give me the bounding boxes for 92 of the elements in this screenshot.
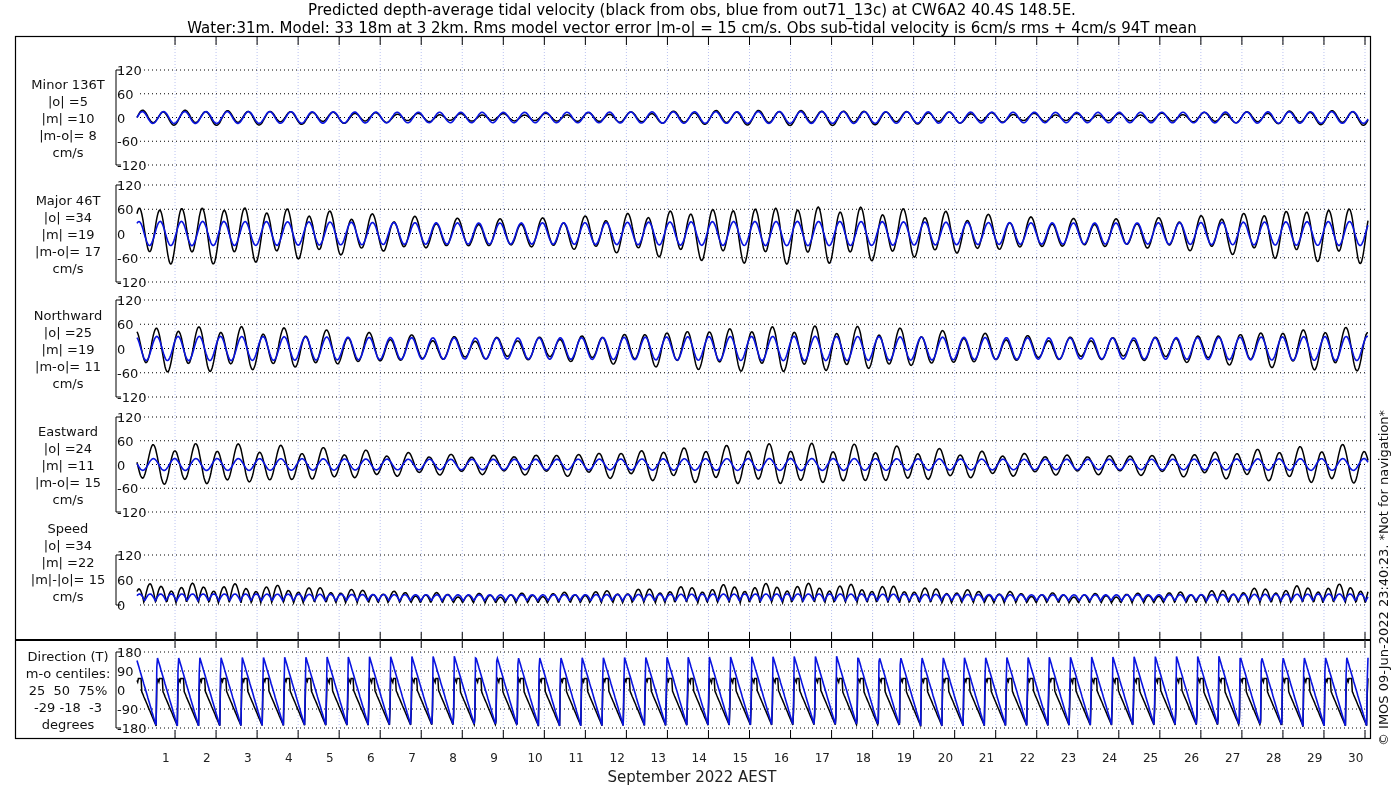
y-tick-label: -180 bbox=[117, 721, 147, 736]
panel-label: cm/s bbox=[52, 589, 84, 604]
x-tick-label: 30 bbox=[1348, 751, 1364, 765]
credit-text: © IMOS 09-Jun-2022 23:40:23. *Not for navigation* bbox=[1376, 409, 1391, 747]
chart-title: Water:31m. Model: 33 18m at 3 2km. Rms model vector error |m-o| = 15 cm/s. Obs sub-tidal velocity is 6cm/s rms + 4cm/s 94T mean bbox=[187, 19, 1197, 37]
y-tick-label: 60 bbox=[117, 86, 134, 102]
x-tick-label: 18 bbox=[855, 751, 871, 765]
panel-label: cm/s bbox=[52, 375, 84, 391]
panel-label: Speed bbox=[47, 521, 89, 536]
y-tick-label: 180 bbox=[117, 645, 142, 660]
x-tick-label: 1 bbox=[161, 751, 170, 765]
y-tick-label: 0 bbox=[117, 598, 126, 613]
x-tick-label: 21 bbox=[978, 751, 995, 765]
panel-label: m-o centiles: bbox=[25, 666, 111, 681]
y-tick-label: 120 bbox=[117, 178, 142, 193]
panel-label: |m| =19 bbox=[41, 226, 95, 242]
y-tick-label: 60 bbox=[117, 433, 134, 449]
panel-label: |m-o|= 15 bbox=[35, 474, 101, 490]
x-tick-label: 2 bbox=[203, 751, 211, 765]
x-tick-label: 28 bbox=[1266, 751, 1282, 765]
y-tick-label: -60 bbox=[117, 134, 139, 150]
y-tick-label: -120 bbox=[117, 158, 147, 173]
x-tick-label: 22 bbox=[1019, 751, 1036, 765]
x-tick-label: 8 bbox=[449, 751, 457, 765]
chart-title: Predicted depth-average tidal velocity (black from obs, blue from out71_13c) at CW6A2 40.4S 148.5E. bbox=[308, 1, 1076, 19]
x-tick-label: 3 bbox=[244, 751, 252, 765]
x-tick-label: 23 bbox=[1060, 751, 1077, 765]
x-tick-label: 11 bbox=[568, 751, 584, 765]
y-tick-label: -120 bbox=[117, 390, 147, 405]
panel-label: degrees bbox=[41, 717, 95, 732]
y-tick-label: -120 bbox=[117, 275, 147, 290]
panel-label: Minor 136T bbox=[31, 76, 105, 92]
panel-label: |m| =22 bbox=[41, 555, 95, 570]
panel-label: cm/s bbox=[52, 491, 84, 507]
y-tick-label: 0 bbox=[117, 457, 126, 473]
panel-label: Northward bbox=[33, 307, 103, 323]
y-tick-label: 120 bbox=[117, 63, 142, 78]
panel-label: cm/s bbox=[52, 260, 84, 276]
y-tick-label: -60 bbox=[117, 481, 139, 497]
panel-label: |m-o|= 17 bbox=[35, 243, 101, 259]
y-tick-label: 120 bbox=[117, 548, 142, 563]
x-tick-label: 27 bbox=[1225, 751, 1241, 765]
x-tick-label: 17 bbox=[814, 751, 830, 765]
y-tick-label: 0 bbox=[117, 110, 126, 126]
y-tick-label: 60 bbox=[117, 317, 134, 333]
panel-label: |m| =11 bbox=[41, 457, 95, 473]
x-tick-label: 12 bbox=[609, 751, 625, 765]
panel-label: |m-o|= 8 bbox=[39, 127, 97, 143]
y-tick-label: 60 bbox=[117, 202, 134, 218]
panel-label: |m| =19 bbox=[41, 341, 95, 357]
panel-label: Direction (T) bbox=[27, 649, 109, 664]
y-tick-label: 90 bbox=[117, 664, 134, 679]
panel-label: cm/s bbox=[52, 144, 84, 160]
x-tick-label: 26 bbox=[1183, 751, 1200, 765]
x-tick-label: 13 bbox=[650, 751, 666, 765]
x-tick-label: 6 bbox=[367, 751, 375, 765]
y-tick-label: 0 bbox=[117, 341, 126, 357]
x-tick-label: 24 bbox=[1101, 751, 1118, 765]
panel-label: |o| =25 bbox=[43, 324, 93, 340]
x-tick-label: 16 bbox=[773, 751, 789, 765]
x-tick-label: 19 bbox=[896, 751, 912, 765]
panel-label: Eastward bbox=[38, 423, 98, 439]
x-tick-label: 20 bbox=[937, 751, 954, 765]
panel-label: |o| =34 bbox=[43, 538, 93, 553]
y-tick-label: 120 bbox=[117, 410, 142, 425]
x-axis-label: September 2022 AEST bbox=[607, 768, 777, 786]
y-tick-label: -60 bbox=[117, 250, 139, 266]
panel-label: Major 46T bbox=[35, 192, 101, 208]
x-tick-label: 15 bbox=[732, 751, 748, 765]
panel-label: |m| =10 bbox=[41, 110, 95, 126]
x-tick-label: 9 bbox=[490, 751, 498, 765]
y-tick-label: 120 bbox=[117, 293, 142, 308]
panel-label: 25 50 75% bbox=[28, 683, 108, 698]
y-tick-label: 0 bbox=[117, 683, 126, 698]
x-tick-label: 4 bbox=[285, 751, 293, 765]
panel-label: |o| =5 bbox=[48, 93, 88, 109]
x-tick-label: 5 bbox=[326, 751, 334, 765]
panel-label: |m|-|o|= 15 bbox=[30, 572, 106, 587]
x-tick-label: 29 bbox=[1307, 751, 1323, 765]
y-tick-label: 0 bbox=[117, 226, 126, 242]
panel-label: -29 -18 -3 bbox=[34, 700, 102, 715]
y-tick-label: -120 bbox=[117, 505, 147, 520]
panel-label: |o| =24 bbox=[43, 440, 93, 456]
y-tick-label: -90 bbox=[117, 702, 139, 717]
panel-label: |m-o|= 11 bbox=[35, 358, 101, 374]
x-tick-label: 10 bbox=[527, 751, 543, 765]
x-tick-label: 25 bbox=[1142, 751, 1159, 765]
x-tick-label: 14 bbox=[691, 751, 707, 765]
x-tick-label: 7 bbox=[408, 751, 416, 765]
panel-label: |o| =34 bbox=[43, 209, 93, 225]
y-tick-label: 60 bbox=[117, 573, 134, 588]
y-tick-label: -60 bbox=[117, 365, 139, 381]
